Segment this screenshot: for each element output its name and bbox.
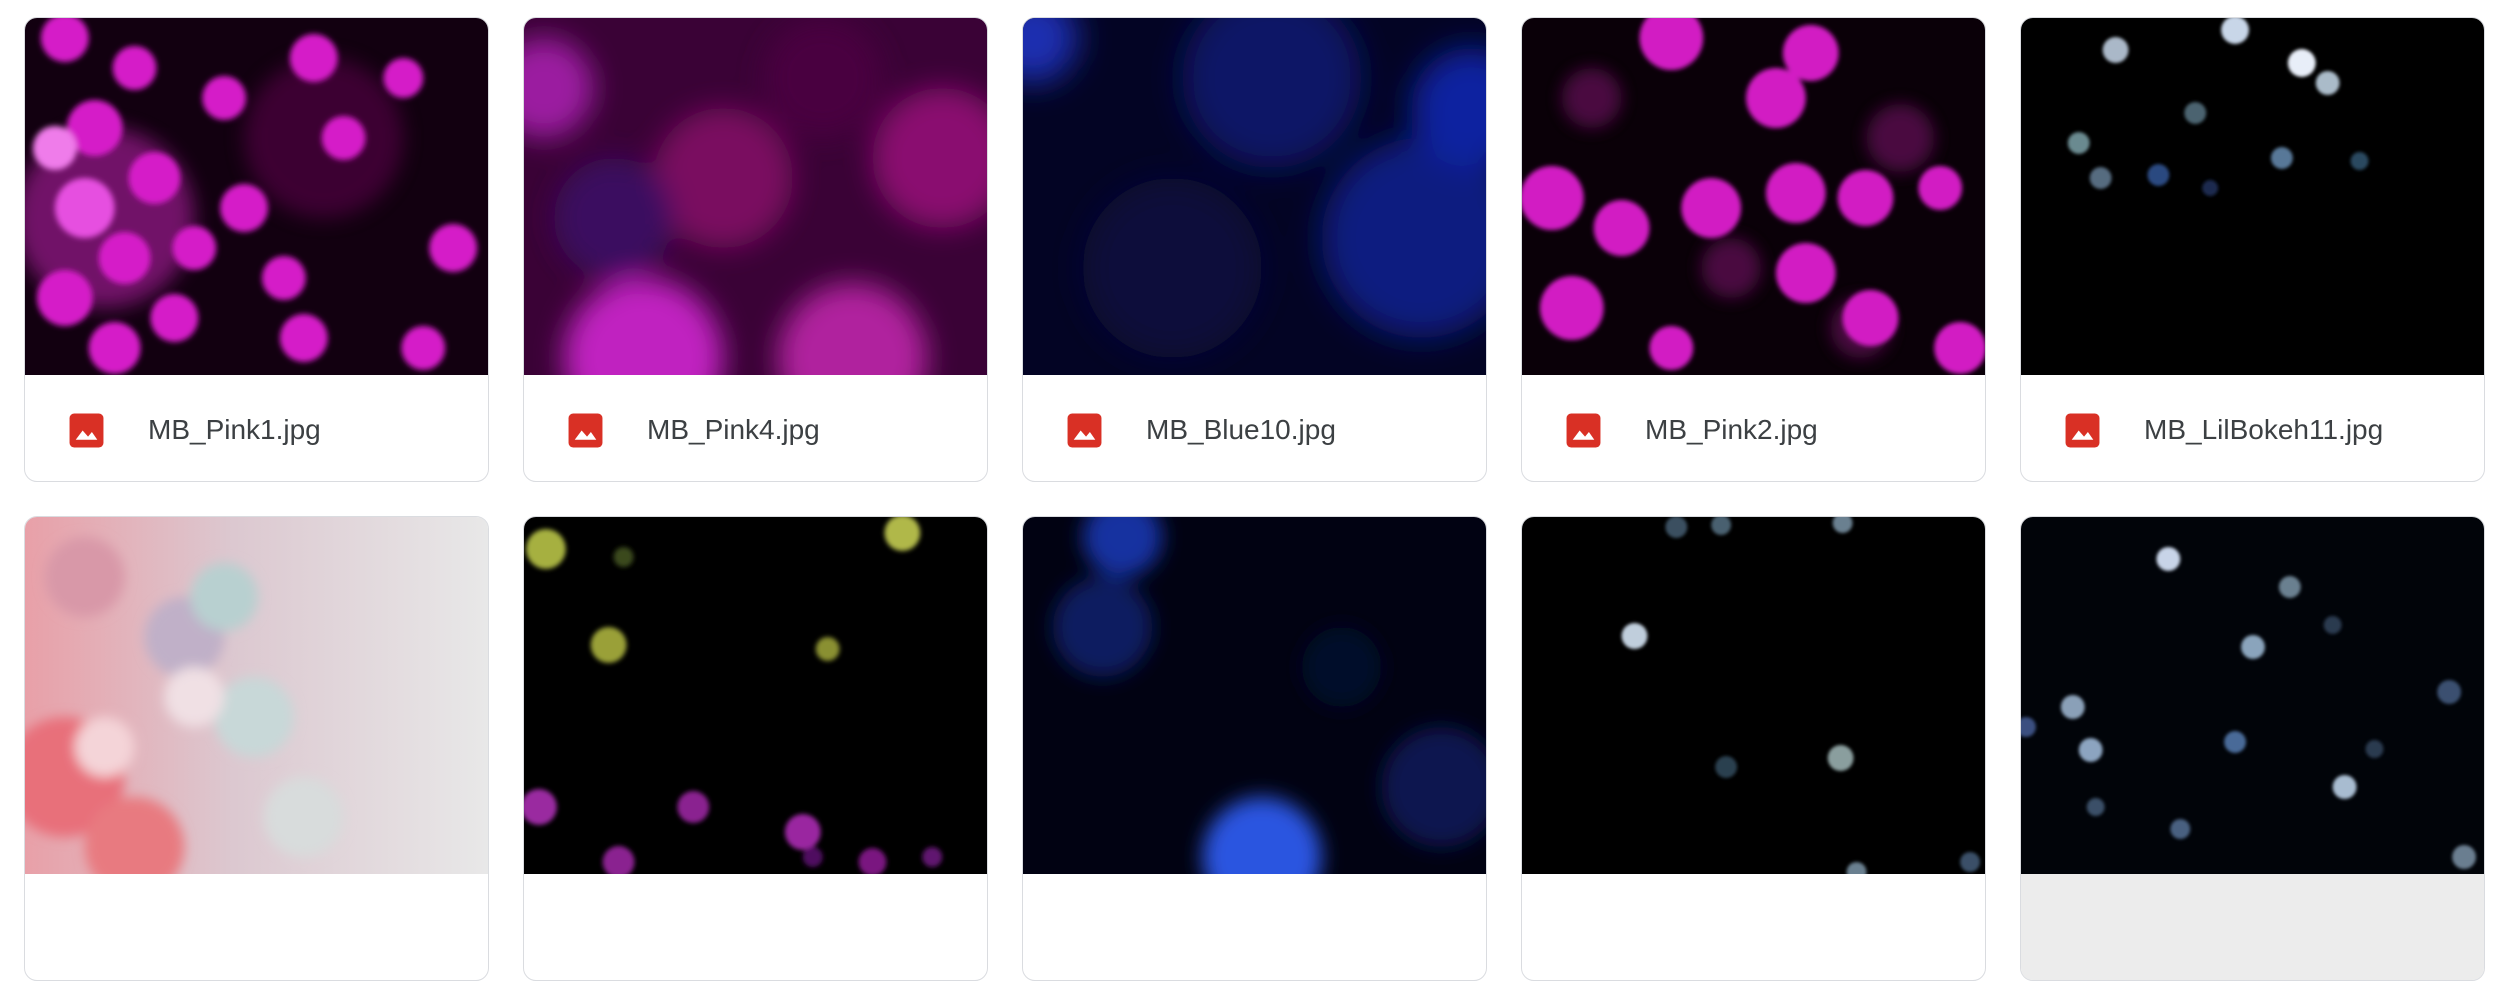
file-card[interactable]: [2020, 516, 2485, 981]
file-thumbnail[interactable]: [25, 517, 488, 874]
file-thumbnail[interactable]: [524, 18, 987, 375]
file-thumbnail[interactable]: [524, 517, 987, 874]
file-name: MB_Pink2.jpg: [1645, 414, 1818, 445]
file-name: MB_Blue10.jpg: [1146, 414, 1336, 445]
file-thumbnail[interactable]: [1522, 517, 1985, 874]
file-thumbnail[interactable]: [1522, 18, 1985, 375]
file-card[interactable]: [523, 516, 988, 981]
file-card-footer: MB_Pink1.jpg: [25, 375, 488, 481]
file-thumbnail[interactable]: [1023, 517, 1486, 874]
file-card[interactable]: [24, 516, 489, 981]
file-card-footer: MB_LilBokeh11.jpg: [2021, 375, 2484, 481]
image-file-icon: [567, 412, 604, 449]
file-thumbnail[interactable]: [2021, 18, 2484, 375]
file-name: MB_LilBokeh11.jpg: [2144, 414, 2384, 445]
file-card-mb-pink1[interactable]: MB_Pink1.jpg: [24, 17, 489, 482]
file-card-mb-blue10[interactable]: MB_Blue10.jpg: [1022, 17, 1487, 482]
file-grid: MB_Pink1.jpg MB_Pink4.jpg MB_Blue10.jpg …: [0, 0, 2510, 981]
file-thumbnail[interactable]: [1023, 18, 1486, 375]
file-card-footer: MB_Blue10.jpg: [1023, 375, 1486, 481]
file-name: MB_Pink4.jpg: [647, 414, 820, 445]
file-thumbnail[interactable]: [2021, 517, 2484, 874]
file-card-mb-lilbokeh11[interactable]: MB_LilBokeh11.jpg: [2020, 17, 2485, 482]
file-card[interactable]: [1521, 516, 1986, 981]
file-card-mb-pink2[interactable]: MB_Pink2.jpg: [1521, 17, 1986, 482]
image-file-icon: [1565, 412, 1602, 449]
image-file-icon: [2064, 412, 2101, 449]
file-card-footer: MB_Pink2.jpg: [1522, 375, 1985, 481]
file-card-mb-pink4[interactable]: MB_Pink4.jpg: [523, 17, 988, 482]
file-thumbnail[interactable]: [25, 18, 488, 375]
image-file-icon: [68, 412, 105, 449]
selected-card-footer: [2021, 874, 2484, 980]
file-card-footer: MB_Pink4.jpg: [524, 375, 987, 481]
file-card[interactable]: [1022, 516, 1487, 981]
image-file-icon: [1066, 412, 1103, 449]
file-name: MB_Pink1.jpg: [148, 414, 321, 445]
